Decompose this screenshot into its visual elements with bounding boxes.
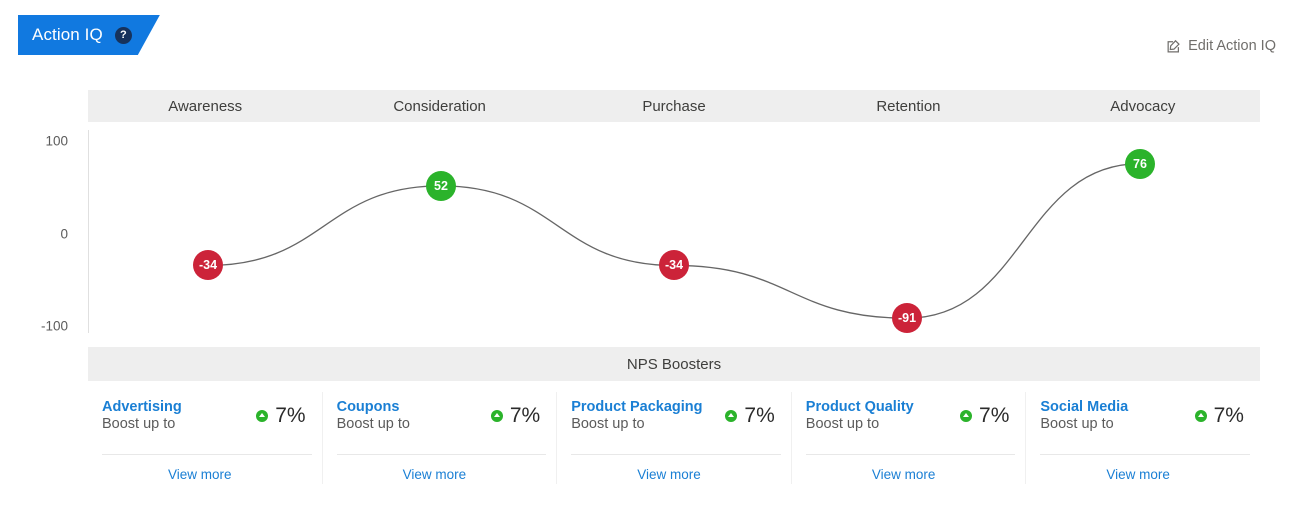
view-more-link[interactable]: View more <box>403 467 467 482</box>
booster-summary: Product Packaging Boost up to 7% <box>571 392 781 440</box>
y-tick-neg100: -100 <box>40 318 68 334</box>
booster-footer: View more <box>1040 454 1250 484</box>
chart-plot-area: -34 52 -34 -91 76 <box>88 122 1260 340</box>
booster-percent: 7% <box>275 404 306 427</box>
booster-percent: 7% <box>979 404 1010 427</box>
chart-point-retention[interactable]: -91 <box>892 303 922 334</box>
booster-footer: View more <box>336 454 547 484</box>
y-axis-labels: 100 0 -100 <box>0 122 80 340</box>
booster-value: 7% <box>256 404 306 428</box>
booster-card-social-media: Social Media Boost up to 7% View more <box>1026 392 1260 484</box>
booster-text-block: Advertising Boost up to <box>102 399 182 433</box>
stage-retention: Retention <box>876 97 941 115</box>
chart-point-awareness[interactable]: -34 <box>193 250 223 281</box>
stage-purchase: Purchase <box>642 97 706 115</box>
top-bar: Action IQ ? Edit Action IQ <box>0 0 1298 70</box>
nps-journey-chart: 100 0 -100 -34 52 -34 -91 76 <box>0 122 1298 340</box>
view-more-link[interactable]: View more <box>637 467 701 482</box>
booster-summary: Advertising Boost up to 7% <box>102 392 312 440</box>
arrow-up-circle-icon <box>1194 410 1207 422</box>
booster-text-block: Product Quality Boost up to <box>806 399 914 433</box>
booster-footer: View more <box>571 454 781 484</box>
booster-value: 7% <box>1194 404 1244 428</box>
booster-percent: 7% <box>509 404 541 427</box>
booster-summary: Coupons Boost up to 7% <box>337 392 547 440</box>
booster-card-advertising: Advertising Boost up to 7% View more <box>88 392 323 484</box>
view-more-link[interactable]: View more <box>1106 467 1170 482</box>
arrow-up-circle-icon <box>490 410 503 422</box>
stage-advocacy: Advocacy <box>1110 97 1176 115</box>
booster-boost-label: Boost up to <box>102 415 176 432</box>
booster-text-block: Product Packaging Boost up to <box>571 399 702 433</box>
question-mark-icon[interactable]: ? <box>115 27 132 44</box>
action-iq-tab[interactable]: Action IQ ? <box>18 15 160 55</box>
chart-curve <box>207 163 1141 319</box>
stage-consideration: Consideration <box>393 97 486 115</box>
booster-footer: View more <box>805 454 1016 484</box>
booster-summary: Social Media Boost up to 7% <box>1040 392 1250 440</box>
booster-value: 7% <box>960 404 1009 428</box>
booster-name-link[interactable]: Social Media <box>1040 399 1128 416</box>
edit-action-iq-button[interactable]: Edit Action IQ <box>1166 38 1276 54</box>
booster-card-product-quality: Product Quality Boost up to 7% View more <box>792 392 1027 484</box>
edit-pencil-square-icon <box>1166 39 1181 54</box>
chart-point-purchase[interactable]: -34 <box>659 250 689 281</box>
arrow-up-circle-icon <box>725 410 738 422</box>
booster-text-block: Social Media Boost up to <box>1040 399 1128 433</box>
nps-boosters-list: Advertising Boost up to 7% View more Cou… <box>88 392 1260 484</box>
view-more-link[interactable]: View more <box>168 467 232 482</box>
booster-percent: 7% <box>744 404 775 427</box>
chart-point-consideration[interactable]: 52 <box>426 170 456 201</box>
arrow-up-circle-icon <box>960 410 973 422</box>
booster-footer: View more <box>102 454 312 484</box>
booster-text-block: Coupons Boost up to <box>337 399 410 433</box>
journey-stage-header: Awareness Consideration Purchase Retenti… <box>88 90 1260 122</box>
action-iq-tab-label: Action IQ <box>32 25 103 44</box>
booster-name-link[interactable]: Advertising <box>102 399 182 416</box>
y-tick-100: 100 <box>45 133 68 149</box>
booster-name-link[interactable]: Product Packaging <box>571 399 702 416</box>
booster-summary: Product Quality Boost up to 7% <box>806 392 1016 440</box>
booster-value: 7% <box>490 404 541 428</box>
y-tick-0: 0 <box>60 226 68 242</box>
booster-card-coupons: Coupons Boost up to 7% View more <box>323 392 558 484</box>
booster-card-product-packaging: Product Packaging Boost up to 7% View mo… <box>557 392 792 484</box>
booster-boost-label: Boost up to <box>571 415 645 432</box>
view-more-link[interactable]: View more <box>872 467 936 482</box>
booster-percent: 7% <box>1213 404 1244 427</box>
chart-point-advocacy[interactable]: 76 <box>1125 148 1155 179</box>
edit-action-iq-label: Edit Action IQ <box>1188 38 1276 54</box>
arrow-up-circle-icon <box>256 410 269 422</box>
booster-value: 7% <box>725 404 775 428</box>
booster-name-link[interactable]: Coupons <box>337 399 410 416</box>
booster-name-link[interactable]: Product Quality <box>806 399 914 416</box>
stage-awareness: Awareness <box>168 97 243 115</box>
booster-boost-label: Boost up to <box>336 415 410 432</box>
booster-boost-label: Boost up to <box>805 415 880 432</box>
booster-boost-label: Boost up to <box>1040 415 1114 432</box>
nps-boosters-header: NPS Boosters <box>88 347 1260 381</box>
